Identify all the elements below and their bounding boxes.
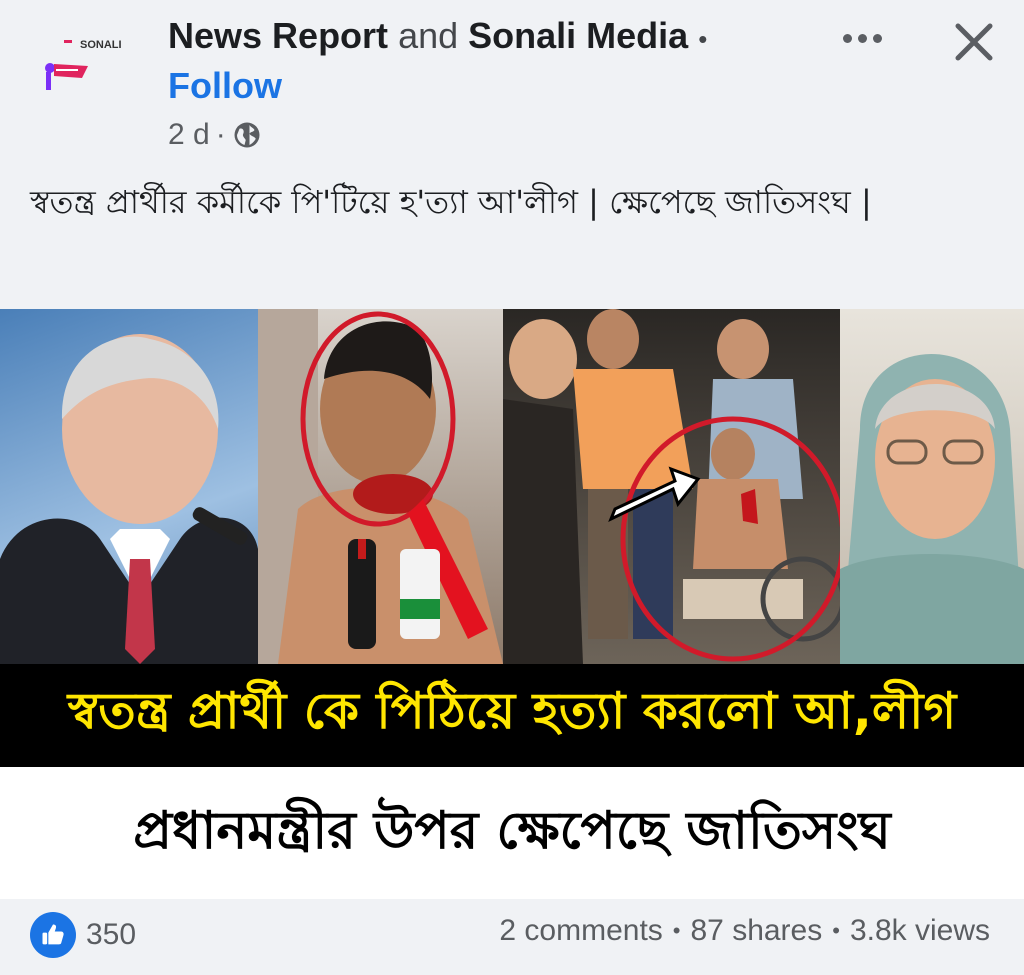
headline-banner-black-text: প্রধানমন্ত্রীর উপর ক্ষেপেছে জাতিসংঘ [133, 800, 891, 861]
stats-separator: • [672, 918, 681, 943]
photo-panel-group [503, 309, 840, 664]
photo-panel-woman [840, 309, 1024, 664]
post-stats: 2 comments • 87 shares • 3.8k views [499, 914, 990, 948]
post-image[interactable]: স্বতন্ত্র প্রার্থী কে পিঠিয়ে হত্যা করলো… [0, 309, 1024, 899]
headline-banner-yellow: স্বতন্ত্র প্রার্থী কে পিঠিয়ে হত্যা করলো… [0, 664, 1024, 767]
comments-count[interactable]: 2 comments [499, 914, 662, 948]
post-caption: স্বতন্ত্র প্রার্থীর কর্মীকে পি'টিয়ে হ'ত… [30, 183, 872, 221]
close-icon [955, 23, 993, 61]
headline-banner-black: প্রধানমন্ত্রীর উপর ক্ষেপেছে জাতিসংঘ [0, 767, 1024, 899]
photo-panel-injured [258, 309, 503, 664]
page-avatar[interactable]: SONALI [20, 22, 140, 100]
header-separator: • [698, 24, 708, 54]
reactions-summary[interactable]: 350 [30, 912, 136, 958]
stats-separator: • [832, 918, 840, 943]
shares-count[interactable]: 87 shares [690, 914, 822, 948]
sonali-media-logo: SONALI [45, 39, 122, 90]
thumbs-up-icon [30, 912, 76, 958]
views-count: 3.8k views [849, 914, 990, 947]
more-dot-icon [872, 33, 882, 43]
photo-panel-speaker [0, 309, 258, 664]
page-name-sonali-media[interactable]: Sonali Media [468, 15, 688, 56]
close-button[interactable] [950, 18, 998, 66]
photo-collage [0, 309, 1024, 664]
post-meta: 2 d · [168, 118, 262, 152]
reaction-count: 350 [86, 918, 137, 951]
avatar-logo-text: SONALI [80, 39, 122, 51]
post-author-line: News Report and Sonali Media • [168, 14, 707, 61]
post-time[interactable]: 2 d [168, 118, 210, 152]
and-word: and [398, 15, 459, 56]
more-dot-icon [857, 33, 867, 43]
follow-button[interactable]: Follow [168, 64, 282, 108]
headline-banner-yellow-text: স্বতন্ত্র প্রার্থী কে পিঠিয়ে হত্যা করলো… [67, 682, 957, 740]
globe-icon [234, 122, 260, 148]
meta-separator: · [215, 118, 226, 151]
page-name-news-report[interactable]: News Report [168, 15, 388, 56]
more-dot-icon [842, 33, 852, 43]
more-options-button[interactable] [832, 20, 892, 56]
